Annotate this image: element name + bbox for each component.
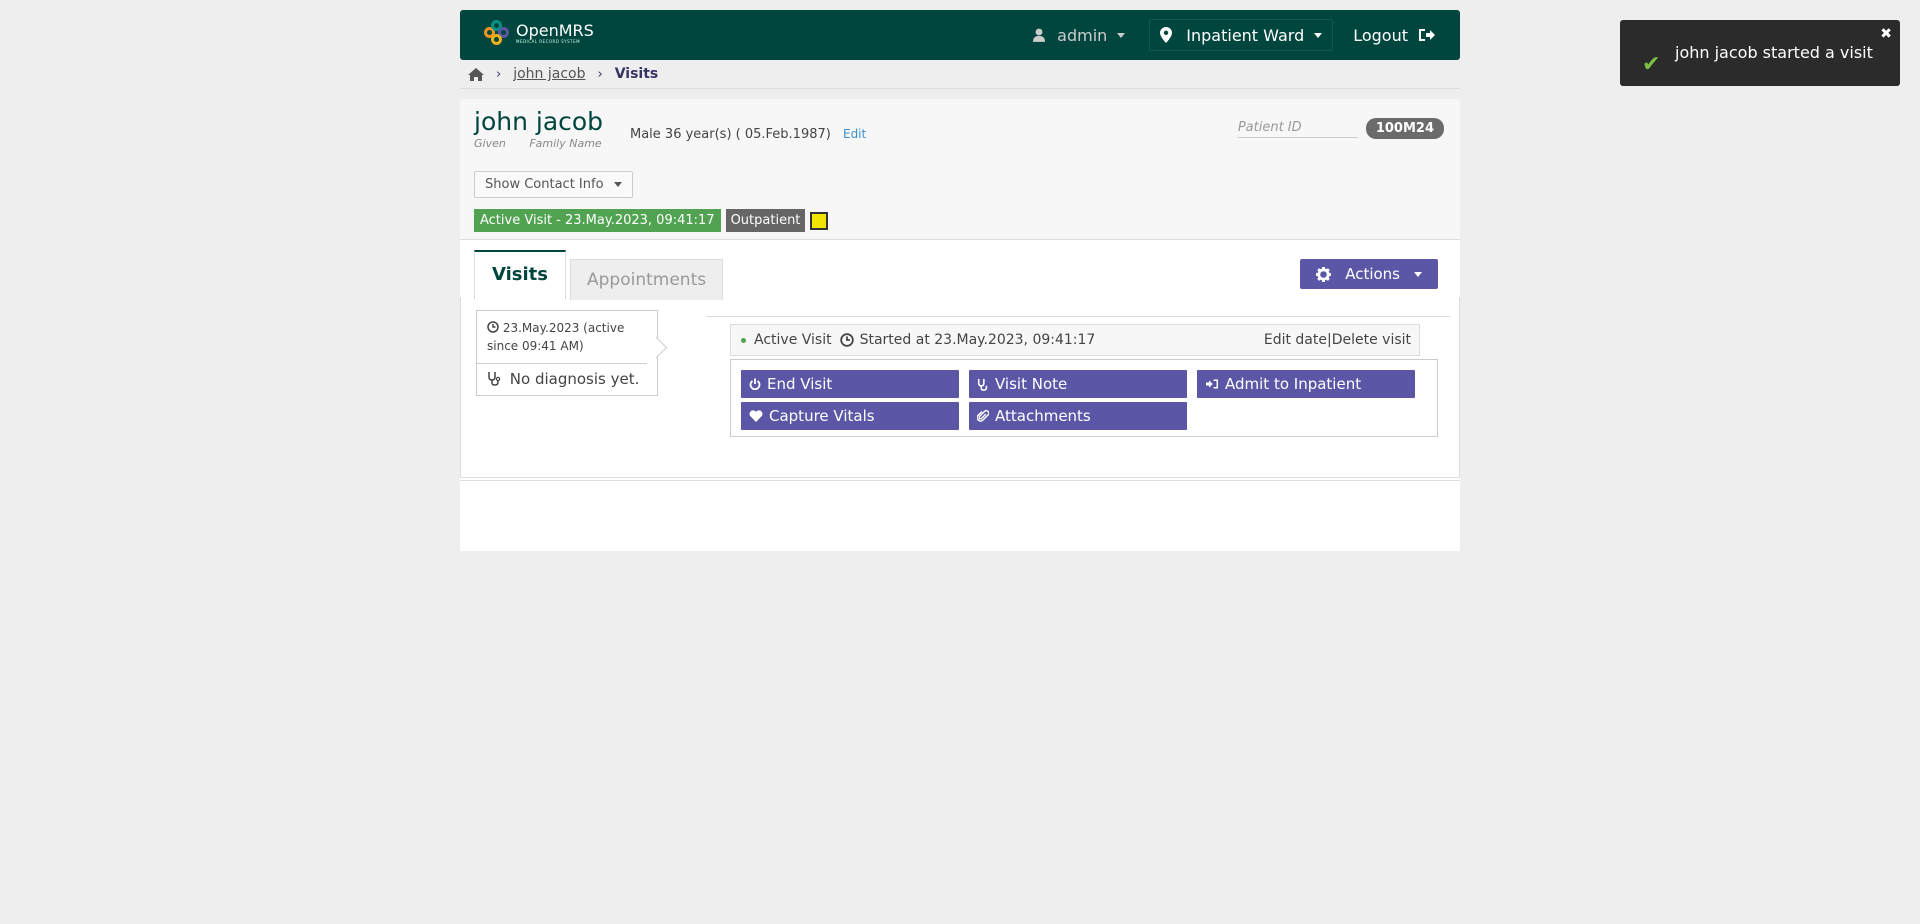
patient-id-label: Patient ID xyxy=(1237,120,1358,138)
edit-date-link[interactable]: Edit date xyxy=(1264,332,1327,348)
patient-demographics: Male 36 year(s) ( 05.Feb.1987) xyxy=(630,127,831,142)
sign-in-icon xyxy=(1206,379,1218,389)
visit-date: 23.May.2023 (active since 09:41 AM) xyxy=(487,321,625,353)
sign-out-icon xyxy=(1419,29,1435,41)
tab-visits[interactable]: Visits xyxy=(474,250,566,300)
capture-vitals-label: Capture Vitals xyxy=(769,407,875,425)
admit-label: Admit to Inpatient xyxy=(1225,375,1362,393)
attachments-button[interactable]: Attachments xyxy=(969,402,1187,430)
capture-vitals-button[interactable]: Capture Vitals xyxy=(741,402,959,430)
stethoscope-icon xyxy=(488,372,501,386)
divider xyxy=(706,316,1450,317)
heart-icon xyxy=(749,410,763,422)
delete-visit-link[interactable]: Delete visit xyxy=(1332,332,1411,348)
clock-icon xyxy=(487,321,499,333)
show-contact-info-button[interactable]: Show Contact Info xyxy=(474,171,633,198)
breadcrumb: › john jacob › Visits xyxy=(460,60,1460,89)
top-header: OpenMRS MEDICAL RECORD SYSTEM admin Inpa… xyxy=(460,10,1460,60)
toast-notification: ✔ john jacob started a visit ✖ xyxy=(1620,20,1900,86)
power-icon xyxy=(749,378,761,390)
attachments-label: Attachments xyxy=(995,407,1091,425)
visit-note-button[interactable]: Visit Note xyxy=(969,370,1187,398)
checkmark-icon: ✔ xyxy=(1642,52,1661,77)
clock-icon xyxy=(839,333,854,347)
admit-to-inpatient-button[interactable]: Admit to Inpatient xyxy=(1197,370,1415,398)
chevron-right-icon: › xyxy=(496,66,502,82)
location-name: Inpatient Ward xyxy=(1186,25,1305,45)
patient-id-badge: 100M24 xyxy=(1365,118,1444,139)
actions-button[interactable]: Actions xyxy=(1300,259,1438,289)
given-name-label: Given xyxy=(474,137,506,150)
paperclip-icon xyxy=(977,409,989,422)
home-icon[interactable] xyxy=(468,67,484,81)
end-visit-label: End Visit xyxy=(767,375,833,393)
gear-icon xyxy=(1316,266,1332,282)
visit-note-label: Visit Note xyxy=(995,375,1068,393)
logo-text: OpenMRS MEDICAL RECORD SYSTEM xyxy=(516,20,594,44)
logout-label: Logout xyxy=(1353,25,1408,45)
patient-name: john jacob xyxy=(474,107,604,136)
lower-panel xyxy=(460,480,1460,551)
diagnosis-text: No diagnosis yet. xyxy=(509,370,640,388)
openmrs-logo[interactable]: OpenMRS MEDICAL RECORD SYSTEM xyxy=(484,20,594,46)
user-icon xyxy=(1033,28,1046,42)
breadcrumb-patient-link[interactable]: john jacob xyxy=(513,66,585,82)
visit-list-item[interactable]: 23.May.2023 (active since 09:41 AM) No d… xyxy=(476,310,658,396)
edit-patient-link[interactable]: Edit xyxy=(843,127,866,141)
visit-started: Started at 23.May.2023, 09:41:17 xyxy=(859,332,1096,348)
sticky-note-icon[interactable] xyxy=(810,211,829,230)
visit-type-badge: Outpatient xyxy=(725,209,806,232)
toast-message: john jacob started a visit xyxy=(1675,43,1873,62)
patient-header: john jacob Given Family Name Male 36 yea… xyxy=(460,99,1460,240)
visit-detail-header: Active Visit Started at 23.May.2023, 09:… xyxy=(730,324,1420,356)
visit-actions-box: End Visit Visit Note Admit to Inpatient … xyxy=(730,359,1438,437)
map-marker-icon xyxy=(1160,27,1173,43)
active-status-dot xyxy=(741,337,746,343)
stethoscope-icon xyxy=(977,378,988,391)
logout-link[interactable]: Logout xyxy=(1353,26,1436,45)
breadcrumb-current: Visits xyxy=(614,66,659,82)
chevron-down-icon xyxy=(1117,32,1126,38)
chevron-down-icon xyxy=(1314,32,1323,38)
contact-button-label: Show Contact Info xyxy=(485,177,604,192)
main-content: Visits Appointments Actions 23.May.2023 … xyxy=(460,240,1460,480)
chevron-down-icon xyxy=(613,182,622,187)
app-container: OpenMRS MEDICAL RECORD SYSTEM admin Inpa… xyxy=(460,10,1460,551)
visit-status: Active Visit xyxy=(754,332,832,348)
chevron-right-icon: › xyxy=(597,66,603,82)
location-selector[interactable]: Inpatient Ward xyxy=(1149,19,1334,51)
family-name-label: Family Name xyxy=(529,137,602,150)
active-visit-badge[interactable]: Active Visit - 23.May.2023, 09:41:17 xyxy=(474,209,721,232)
logo-mark-icon xyxy=(484,20,510,46)
user-menu[interactable]: admin xyxy=(1033,25,1126,45)
close-icon[interactable]: ✖ xyxy=(1880,26,1892,42)
actions-label: Actions xyxy=(1345,265,1400,283)
end-visit-button[interactable]: End Visit xyxy=(741,370,959,398)
user-name: admin xyxy=(1057,25,1108,45)
chevron-down-icon xyxy=(1414,271,1422,277)
tab-appointments[interactable]: Appointments xyxy=(570,259,724,300)
